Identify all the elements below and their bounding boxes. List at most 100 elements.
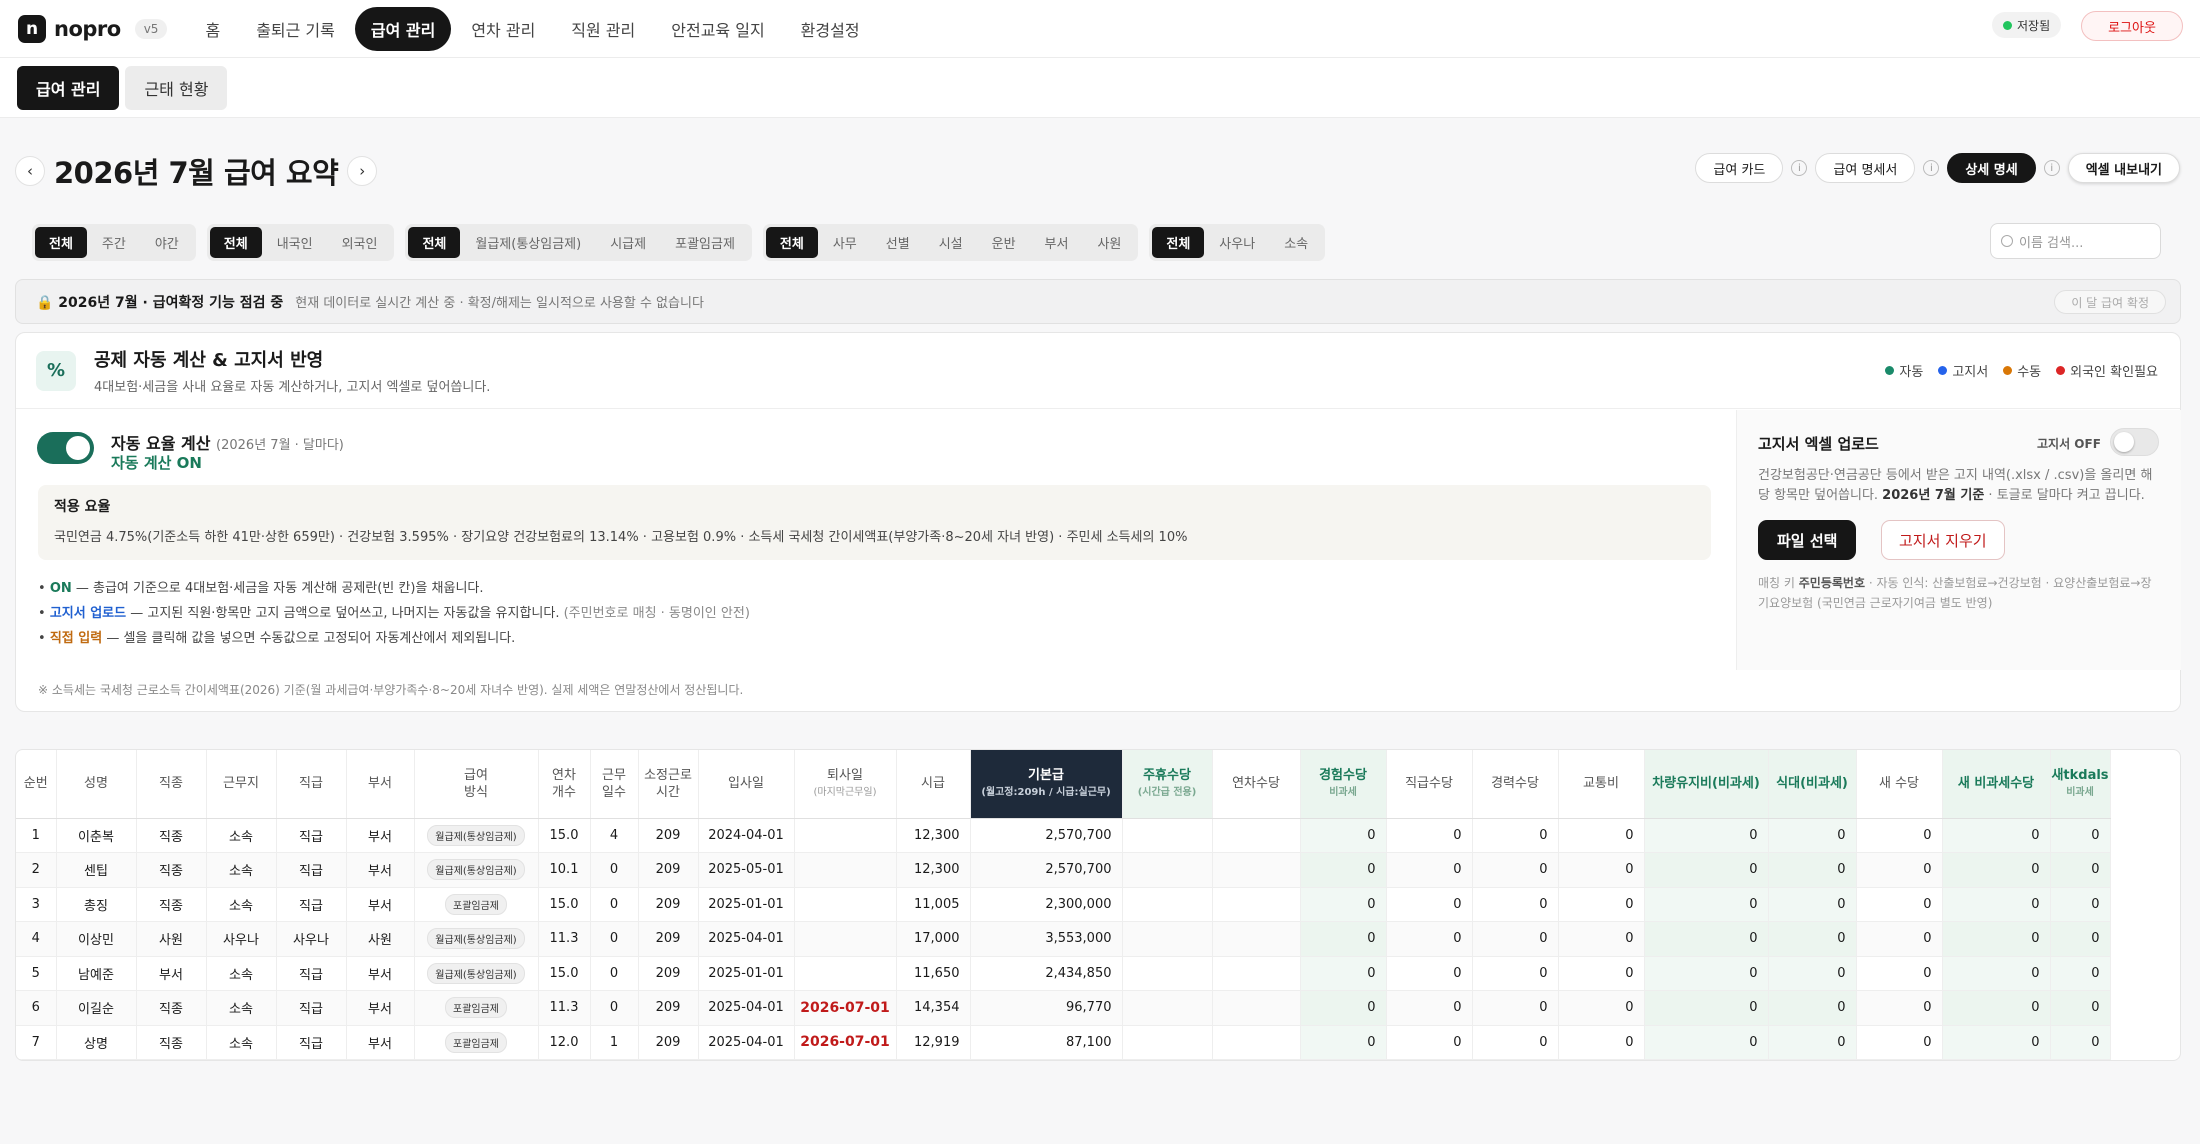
table-cell[interactable]: 2025-01-01 (698, 887, 795, 922)
table-cell[interactable]: 사원 (136, 921, 207, 957)
table-cell[interactable]: 0 (1472, 887, 1559, 922)
table-cell[interactable]: 0 (1856, 887, 1943, 922)
column-header[interactable]: 부서 (346, 750, 415, 819)
table-cell[interactable] (794, 887, 897, 922)
nav-item[interactable]: 연차 관리 (455, 7, 551, 51)
confirm-payroll-button[interactable]: 이 달 급여 확정 (2054, 290, 2166, 314)
table-cell[interactable]: 부서 (346, 1025, 415, 1060)
table-cell[interactable]: 2,570,700 (970, 852, 1123, 888)
column-header[interactable]: 직급 (276, 750, 347, 819)
table-cell[interactable]: 87,100 (970, 1025, 1123, 1060)
table-cell[interactable]: 2025-04-01 (698, 1025, 795, 1060)
table-cell[interactable]: 소속 (206, 990, 277, 1026)
table-cell[interactable]: 2,570,700 (970, 818, 1123, 853)
table-cell[interactable]: 0 (590, 852, 639, 888)
table-cell[interactable]: 포괄임금제 (414, 887, 539, 922)
table-cell[interactable]: 직급 (276, 852, 347, 888)
table-cell[interactable]: 209 (638, 921, 699, 957)
table-cell[interactable]: 0 (1768, 852, 1857, 888)
table-cell[interactable]: 소속 (206, 887, 277, 922)
filter-chip[interactable]: 시급제 (596, 227, 660, 258)
table-cell[interactable]: 사우나 (276, 921, 347, 957)
table-cell[interactable] (1212, 990, 1301, 1026)
table-cell[interactable]: 총징 (56, 887, 137, 922)
table-cell[interactable]: 0 (1768, 818, 1857, 853)
table-cell[interactable] (1212, 1025, 1301, 1060)
table-cell[interactable]: 209 (638, 1025, 699, 1060)
table-cell[interactable] (794, 852, 897, 888)
table-cell[interactable]: 0 (1472, 956, 1559, 991)
table-cell[interactable] (1122, 921, 1213, 957)
table-cell[interactable]: 0 (1856, 956, 1943, 991)
column-header[interactable]: 근무 일수 (590, 750, 639, 819)
table-cell[interactable]: 0 (590, 921, 639, 957)
table-cell[interactable]: 4 (16, 921, 57, 957)
column-header[interactable]: 입사일 (698, 750, 795, 819)
table-cell[interactable]: 직종 (136, 887, 207, 922)
table-cell[interactable]: 직종 (136, 1025, 207, 1060)
table-cell[interactable]: 소속 (206, 852, 277, 888)
filter-chip[interactable]: 전체 (35, 227, 87, 258)
table-cell[interactable]: 0 (1644, 818, 1769, 853)
table-cell[interactable]: 0 (1644, 921, 1769, 957)
table-cell[interactable]: 0 (1558, 921, 1645, 957)
filter-chip[interactable]: 시설 (925, 227, 977, 258)
table-cell[interactable]: 0 (1768, 990, 1857, 1026)
nav-item[interactable]: 홈 (189, 7, 236, 51)
table-cell[interactable]: 11,650 (896, 956, 971, 991)
table-cell[interactable]: 0 (1558, 852, 1645, 888)
table-cell[interactable]: 0 (1558, 956, 1645, 991)
nav-item[interactable]: 직원 관리 (555, 7, 651, 51)
column-header[interactable]: 주휴수당 (시간급 전용) (1122, 750, 1213, 819)
logout-button[interactable]: 로그아웃 (2081, 11, 2183, 41)
column-header[interactable]: 직종 (136, 750, 207, 819)
table-cell[interactable]: 부서 (136, 956, 207, 991)
table-cell[interactable]: 5 (16, 956, 57, 991)
filter-chip[interactable]: 부서 (1031, 227, 1083, 258)
table-cell[interactable]: 0 (1768, 956, 1857, 991)
table-row[interactable]: 3 총징 직종 소속 직급 부서 포괄임금제 15.0 0 209 2025-01-01 11,005… (16, 887, 2111, 922)
excel-export-button[interactable]: 엑셀 내보내기 (2067, 153, 2180, 183)
column-header[interactable]: 새 수당 (1856, 750, 1943, 819)
table-cell[interactable] (1212, 887, 1301, 922)
table-cell[interactable]: 1 (16, 818, 57, 853)
nav-item[interactable]: 출퇴근 기록 (240, 7, 351, 51)
detail-statement-button[interactable]: 상세 명세 (1947, 153, 2036, 183)
nav-item[interactable]: 급여 관리 (354, 6, 452, 51)
table-cell[interactable] (794, 818, 897, 853)
table-cell[interactable]: 0 (1300, 852, 1387, 888)
table-cell[interactable] (1122, 818, 1213, 853)
table-cell[interactable]: 포괄임금제 (414, 990, 539, 1026)
table-cell[interactable]: 부서 (346, 852, 415, 888)
table-cell[interactable]: 직급 (276, 818, 347, 853)
info-icon[interactable]: i (2043, 160, 2060, 176)
info-icon[interactable]: i (1791, 160, 1808, 176)
table-cell[interactable]: 3,553,000 (970, 921, 1123, 957)
table-cell[interactable]: 0 (1768, 1025, 1857, 1060)
table-cell[interactable]: 0 (1768, 887, 1857, 922)
table-cell[interactable]: 0 (2050, 921, 2111, 957)
column-header[interactable]: 교통비 (1558, 750, 1645, 819)
table-cell[interactable]: 12,300 (896, 818, 971, 853)
table-cell[interactable]: 14,354 (896, 990, 971, 1026)
column-header[interactable]: 식대(비과세) (1768, 750, 1857, 819)
search-input[interactable]: 이름 검색... (1990, 223, 2161, 259)
filter-chip[interactable]: 선별 (872, 227, 924, 258)
table-cell[interactable]: 0 (1300, 990, 1387, 1026)
table-cell[interactable]: 0 (1558, 887, 1645, 922)
table-cell[interactable]: 10.1 (538, 852, 591, 888)
table-row[interactable]: 7 상명 직종 소속 직급 부서 포괄임금제 12.0 1 209 2025-04-01 2026-0… (16, 1025, 2111, 1060)
table-cell[interactable]: 0 (1386, 852, 1473, 888)
auto-calc-toggle[interactable] (37, 432, 94, 464)
filter-chip[interactable]: 월급제(통상임금제) (461, 227, 595, 258)
nav-item[interactable]: 환경설정 (785, 7, 876, 51)
table-cell[interactable]: 0 (1386, 1025, 1473, 1060)
table-cell[interactable]: 0 (1472, 852, 1559, 888)
column-header[interactable]: 차량유지비(비과세) (1644, 750, 1769, 819)
filter-chip[interactable]: 주간 (88, 227, 140, 258)
table-cell[interactable]: 0 (2050, 852, 2111, 888)
table-cell[interactable]: 4 (590, 818, 639, 853)
subtab-attendance[interactable]: 근태 현황 (125, 65, 228, 110)
table-cell[interactable]: 2025-04-01 (698, 990, 795, 1026)
table-cell[interactable]: 0 (1558, 818, 1645, 853)
